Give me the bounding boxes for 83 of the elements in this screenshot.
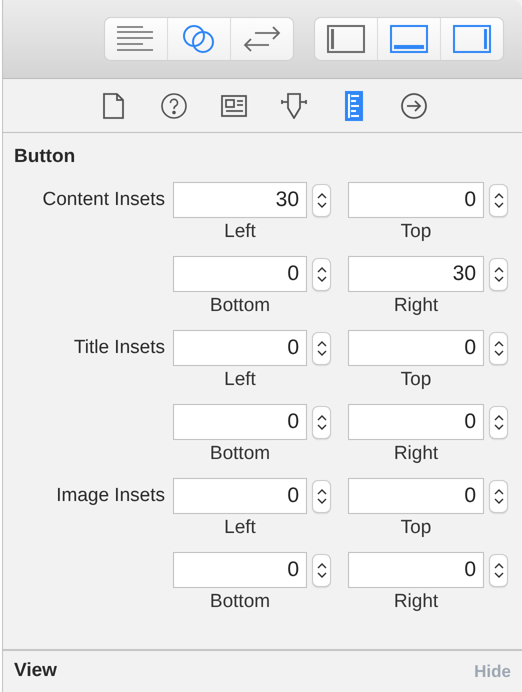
up-chevron-icon[interactable] [494,562,504,568]
down-chevron-icon[interactable] [494,424,504,430]
up-chevron-icon[interactable] [316,562,326,568]
lines-icon [117,26,155,52]
down-chevron-icon[interactable] [494,498,504,504]
down-chevron-icon[interactable] [494,350,504,356]
up-chevron-icon[interactable] [494,192,504,198]
shield-slider-icon [281,92,307,118]
number-field[interactable]: 0 [173,552,307,588]
panel-layout-icon [327,25,365,53]
stepper[interactable] [312,554,331,586]
field-caption: Right [394,591,438,612]
field-caption: Top [400,517,432,538]
down-chevron-icon[interactable] [316,498,326,504]
up-chevron-icon[interactable] [316,340,326,346]
stepper[interactable] [489,406,508,438]
swap-arrows-icon [243,26,281,52]
field-caption: Bottom [210,295,270,316]
number-field[interactable]: 30 [173,182,307,218]
down-chevron-icon[interactable] [494,276,504,282]
inset-label: Image Insets [56,484,165,508]
field-caption: Top [400,369,432,390]
ruler-icon [345,90,363,120]
inset-label: Title Insets [74,336,165,360]
toolbar-button[interactable] [167,17,231,61]
up-chevron-icon[interactable] [316,192,326,198]
stepper[interactable] [312,406,331,438]
number-field[interactable]: 30 [348,256,484,292]
identity-card-icon [221,94,247,116]
up-chevron-icon[interactable] [494,414,504,420]
up-chevron-icon[interactable] [316,414,326,420]
field-caption: Left [224,517,256,538]
toolbar-button[interactable] [440,17,504,61]
inset-label: Content Insets [42,188,165,212]
up-chevron-icon[interactable] [316,266,326,272]
number-field[interactable]: 0 [348,404,484,440]
help-icon [161,92,187,118]
stepper[interactable] [312,258,331,290]
toolbar-button[interactable] [314,17,378,61]
number-field[interactable]: 0 [348,182,484,218]
field-caption: Right [394,295,438,316]
document-icon [103,92,125,118]
down-chevron-icon[interactable] [316,276,326,282]
number-field[interactable]: 0 [173,256,307,292]
stepper[interactable] [312,332,331,364]
up-chevron-icon[interactable] [494,488,504,494]
number-field[interactable]: 0 [173,330,307,366]
section-title: View [14,659,57,684]
number-field[interactable]: 0 [348,552,484,588]
down-chevron-icon[interactable] [316,572,326,578]
field-caption: Left [224,221,256,242]
down-chevron-icon[interactable] [494,572,504,578]
number-field[interactable]: 0 [173,478,307,514]
field-caption: Bottom [210,591,270,612]
stepper[interactable] [312,480,331,512]
up-chevron-icon[interactable] [494,340,504,346]
stepper[interactable] [489,554,508,586]
number-field[interactable]: 0 [173,404,307,440]
toolbar-button[interactable] [377,17,441,61]
stepper[interactable] [312,184,331,216]
number-field[interactable]: 0 [348,330,484,366]
stepper[interactable] [489,480,508,512]
stepper[interactable] [489,184,508,216]
panel-layout-icon [390,25,428,53]
down-chevron-icon[interactable] [316,350,326,356]
down-chevron-icon[interactable] [316,424,326,430]
stepper[interactable] [489,258,508,290]
field-caption: Bottom [210,443,270,464]
panel-layout-icon [453,25,491,53]
stepper[interactable] [489,332,508,364]
section-title: Button [14,146,76,167]
toolbar-button[interactable] [230,17,294,61]
field-caption: Left [224,369,256,390]
toolbar-button[interactable] [104,17,168,61]
field-caption: Top [400,221,432,242]
field-caption: Right [394,443,438,464]
up-chevron-icon[interactable] [316,488,326,494]
down-chevron-icon[interactable] [316,202,326,208]
up-chevron-icon[interactable] [494,266,504,272]
arrow-circle-icon [401,92,427,118]
down-chevron-icon[interactable] [494,202,504,208]
number-field[interactable]: 0 [348,478,484,514]
overlapping-circles-icon [182,25,216,53]
